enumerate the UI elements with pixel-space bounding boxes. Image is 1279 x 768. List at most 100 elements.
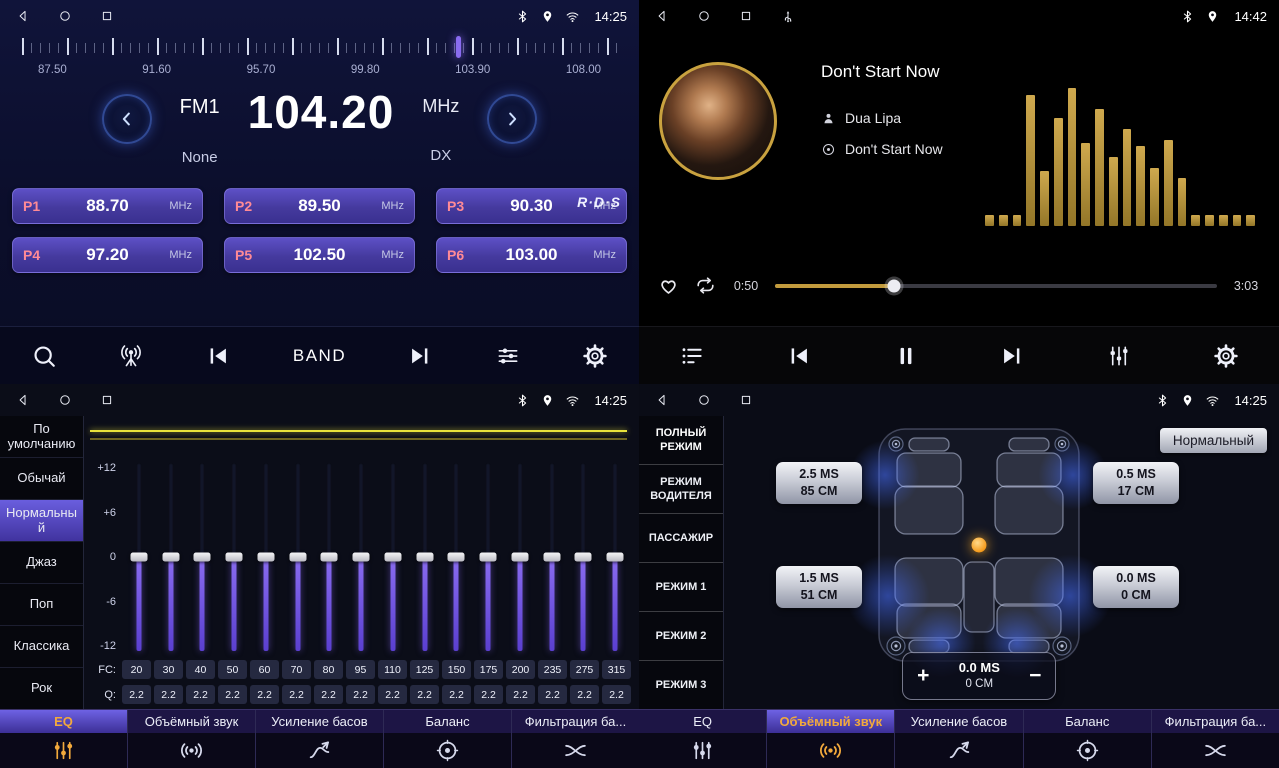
fc-value[interactable]: 110 [378,660,407,679]
fc-value[interactable]: 125 [410,660,439,679]
broadcast-button[interactable] [118,343,144,369]
slider-knob[interactable] [607,553,624,562]
nav-home-button[interactable] [58,9,72,23]
eq-band-slider[interactable] [187,460,219,654]
eq-band-slider[interactable] [599,460,631,654]
q-value[interactable]: 2.2 [250,685,279,704]
tab-surround[interactable]: Объёмный звук [128,710,256,768]
listening-position-dot[interactable] [972,538,987,553]
slider-knob[interactable] [257,553,274,562]
fc-value[interactable]: 275 [570,660,599,679]
preset-button-p2[interactable]: P289.50MHz [224,188,415,224]
slider-knob[interactable] [289,553,306,562]
tab-eq[interactable]: EQ [639,710,767,768]
eq-band-slider[interactable] [409,460,441,654]
fc-value[interactable]: 95 [346,660,375,679]
eq-preset-item-0[interactable]: По умолчанию [0,416,83,458]
slider-knob[interactable] [416,553,433,562]
nav-recents-button[interactable] [100,9,114,23]
eq-band-slider[interactable] [441,460,473,654]
surround-mode-item-2[interactable]: ПАССАЖИР [639,514,723,563]
fc-value[interactable]: 50 [218,660,247,679]
tab-bass[interactable]: Усиление басов [256,710,384,768]
q-value[interactable]: 2.2 [602,685,631,704]
eq-preset-item-4[interactable]: Поп [0,584,83,626]
preset-button-p6[interactable]: P6103.00MHz [436,237,627,273]
fc-value[interactable]: 235 [538,660,567,679]
q-value[interactable]: 2.2 [506,685,535,704]
tune-down-button[interactable] [102,94,152,144]
tune-up-button[interactable] [487,94,537,144]
nav-back-button[interactable] [16,393,30,407]
nav-home-button[interactable] [697,9,711,23]
delay-front-right[interactable]: 0.5 MS 17 CM [1093,462,1179,504]
tab-filter[interactable]: Фильтрация ба... [512,710,639,768]
fc-value[interactable]: 200 [506,660,535,679]
q-value[interactable]: 2.2 [378,685,407,704]
q-value[interactable]: 2.2 [218,685,247,704]
gear-button[interactable] [582,343,608,369]
nav-back-button[interactable] [655,9,669,23]
slider-knob[interactable] [130,553,147,562]
q-value[interactable]: 2.2 [346,685,375,704]
q-value[interactable]: 2.2 [122,685,151,704]
pause-button[interactable] [893,343,919,369]
prev-track-button[interactable] [786,343,812,369]
next-track-button[interactable] [407,343,433,369]
slider-knob[interactable] [321,553,338,562]
fc-value[interactable]: 150 [442,660,471,679]
slider-knob[interactable] [448,553,465,562]
eq-band-slider[interactable] [155,460,187,654]
eq-preset-item-2[interactable]: Нормальный [0,500,83,542]
eq-band-slider[interactable] [536,460,568,654]
eq-preset-item-5[interactable]: Классика [0,626,83,668]
repeat-button[interactable] [694,274,717,297]
fc-value[interactable]: 40 [186,660,215,679]
favorite-button[interactable] [657,274,680,297]
q-value[interactable]: 2.2 [538,685,567,704]
q-value[interactable]: 2.2 [474,685,503,704]
slider-knob[interactable] [162,553,179,562]
fc-value[interactable]: 60 [250,660,279,679]
delay-front-left[interactable]: 2.5 MS 85 CM [776,462,862,504]
playlist-button[interactable] [679,343,705,369]
q-value[interactable]: 2.2 [186,685,215,704]
gear-button[interactable] [1213,343,1239,369]
surround-mode-item-3[interactable]: РЕЖИМ 1 [639,563,723,612]
nav-back-button[interactable] [655,393,669,407]
slider-knob[interactable] [480,553,497,562]
surround-mode-item-5[interactable]: РЕЖИМ 3 [639,661,723,710]
tab-balance[interactable]: Баланс [1024,710,1152,768]
eq-band-slider[interactable] [282,460,314,654]
eq-band-slider[interactable] [218,460,250,654]
prev-track-button[interactable] [205,343,231,369]
eq-band-slider[interactable] [504,460,536,654]
fc-value[interactable]: 315 [602,660,631,679]
preset-button-p1[interactable]: P188.70MHz [12,188,203,224]
nav-recents-button[interactable] [739,9,753,23]
preset-button-p4[interactable]: P497.20MHz [12,237,203,273]
fc-value[interactable]: 70 [282,660,311,679]
nav-recents-button[interactable] [739,393,753,407]
q-value[interactable]: 2.2 [570,685,599,704]
surround-mode-item-0[interactable]: ПОЛНЫЙ РЕЖИМ [639,416,723,465]
fc-value[interactable]: 175 [474,660,503,679]
nav-recents-button[interactable] [100,393,114,407]
surround-mode-item-4[interactable]: РЕЖИМ 2 [639,612,723,661]
tab-bass[interactable]: Усиление басов [895,710,1023,768]
delay-rear-left[interactable]: 1.5 MS 51 CM [776,566,862,608]
tab-filter[interactable]: Фильтрация ба... [1152,710,1279,768]
next-track-button[interactable] [999,343,1025,369]
q-value[interactable]: 2.2 [282,685,311,704]
delay-decrease-button[interactable]: − [1015,664,1055,688]
fc-value[interactable]: 30 [154,660,183,679]
delay-rear-right[interactable]: 0.0 MS 0 CM [1093,566,1179,608]
q-value[interactable]: 2.2 [410,685,439,704]
preset-button-p5[interactable]: P5102.50MHz [224,237,415,273]
slider-knob[interactable] [353,553,370,562]
eq-band-slider[interactable] [568,460,600,654]
eq-band-slider[interactable] [250,460,282,654]
eq-preset-item-3[interactable]: Джаз [0,542,83,584]
q-value[interactable]: 2.2 [442,685,471,704]
slider-knob[interactable] [575,553,592,562]
